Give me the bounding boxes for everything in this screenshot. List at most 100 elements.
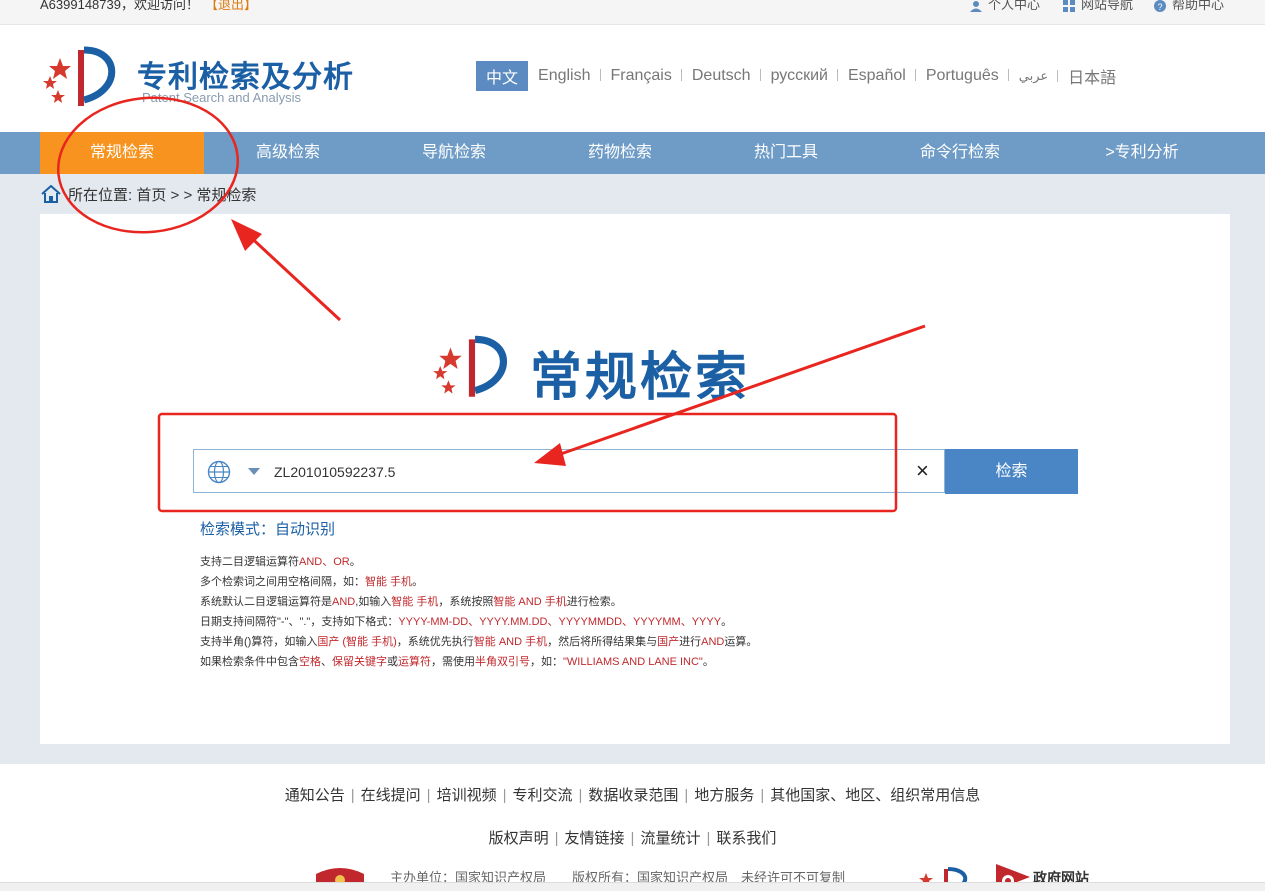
- breadcrumb-separator: > >: [170, 187, 193, 204]
- lang-german[interactable]: Deutsch: [682, 67, 761, 85]
- breadcrumb: 所在位置: 首页 > > 常规检索: [40, 184, 256, 205]
- help-text: 。: [412, 576, 424, 588]
- personal-center-link[interactable]: 个人中心: [970, 0, 1040, 13]
- personal-center-label: 个人中心: [988, 0, 1041, 12]
- search-help: 支持二目逻辑运算符AND、OR。 多个检索词之间用空格间隔，如：智能 手机。 系统默…: [200, 552, 757, 672]
- help-line: 多个检索词之间用空格间隔，如：智能 手机。: [200, 572, 757, 592]
- help-keyword: 半角双引号: [475, 656, 530, 668]
- help-keyword: 智能 AND 手机: [493, 596, 567, 608]
- home-icon[interactable]: [40, 184, 62, 203]
- search-button[interactable]: 检索: [945, 449, 1078, 494]
- search-logo-icon: [433, 335, 507, 397]
- help-text: 或: [387, 656, 398, 668]
- help-keyword: 空格: [299, 656, 321, 668]
- dropdown-caret-icon[interactable]: [248, 468, 260, 476]
- help-text: 。: [721, 616, 733, 628]
- nav-advanced-search[interactable]: 高级检索: [206, 132, 370, 174]
- help-line: 系统默认二目逻辑运算符是AND,如输入智能 手机，系统按照智能 AND 手机进行…: [200, 592, 757, 612]
- main-nav: 常规检索 高级检索 导航检索 药物检索 热门工具 命令行检索 >专利分析: [0, 132, 1265, 174]
- nav-popular-tools[interactable]: 热门工具: [704, 132, 868, 174]
- help-keyword: 智能 手机: [391, 596, 439, 608]
- lang-french[interactable]: Français: [601, 67, 683, 85]
- nav-drug-search[interactable]: 药物检索: [538, 132, 702, 174]
- help-text: ，然后将所得结果集与: [547, 636, 658, 648]
- lang-english[interactable]: English: [528, 67, 601, 85]
- nav-regular-search[interactable]: 常规检索: [40, 132, 204, 174]
- lang-chinese[interactable]: 中文: [476, 61, 529, 91]
- lang-portuguese[interactable]: Português: [916, 67, 1009, 85]
- user-icon: [970, 0, 982, 12]
- help-keyword: 国产: [657, 636, 680, 648]
- svg-text:?: ?: [1157, 2, 1162, 12]
- help-text: 进行: [679, 636, 702, 648]
- clear-icon[interactable]: ×: [916, 459, 929, 483]
- help-keyword: 智能 手机: [365, 576, 413, 588]
- breadcrumb-home[interactable]: 首页: [136, 187, 166, 204]
- help-text: 支持半角()算符，如输入: [200, 636, 318, 648]
- help-text: 、: [321, 656, 332, 668]
- search-input[interactable]: [272, 459, 836, 485]
- help-keyword: AND、OR: [299, 556, 350, 568]
- footer-separator: |: [554, 830, 559, 847]
- language-switcher: 中文 English Français Deutsch русский Espa…: [476, 61, 1126, 91]
- site-nav-link[interactable]: 网站导航: [1063, 0, 1133, 13]
- help-keyword: AND: [332, 596, 356, 608]
- logout-link[interactable]: 【退出】: [205, 0, 257, 12]
- help-keyword: AND: [701, 636, 725, 648]
- welcome-text: A6399148739，欢迎访问！ 【退出】: [40, 0, 257, 13]
- footer-link[interactable]: 专利交流: [506, 787, 578, 804]
- lang-russian[interactable]: русский: [761, 67, 839, 85]
- footer-link[interactable]: 地方服务: [688, 787, 760, 804]
- help-text: 运算。: [724, 636, 758, 648]
- help-text: 如果检索条件中包含: [200, 656, 299, 668]
- grid-icon: [1063, 0, 1075, 12]
- help-text: 。: [702, 656, 714, 668]
- footer-link[interactable]: 数据收录范围: [582, 787, 684, 804]
- help-center-label: 帮助中心: [1172, 0, 1225, 12]
- help-text: 进行检索。: [566, 596, 622, 608]
- site-subtitle: Patent Search and Analysis: [142, 90, 301, 105]
- help-text: 日期支持间隔符"-"、"."，支持如下格式：: [200, 616, 399, 628]
- site-logo-icon[interactable]: [40, 44, 124, 110]
- breadcrumb-prefix: 所在位置:: [68, 187, 133, 204]
- nav-navigation-search[interactable]: 导航检索: [372, 132, 536, 174]
- footer-link[interactable]: 其他国家、地区、组织常用信息: [764, 787, 986, 804]
- help-text: ，系统按照: [438, 596, 494, 608]
- help-text: 多个检索词之间用空格间隔，如：: [200, 576, 365, 588]
- help-keyword: YYYY-MM-DD、YYYY.MM.DD、YYYYMMDD、YYYYMM、YY…: [398, 616, 722, 628]
- footer-link[interactable]: 友情链接: [559, 830, 631, 847]
- footer-link[interactable]: 流量统计: [634, 830, 706, 847]
- help-keyword: 保留关键字: [332, 656, 387, 668]
- search-title: 常规检索: [530, 349, 751, 407]
- footer-links-primary: 通知公告 | 在线提问 | 培训视频 | 专利交流 | 数据收录范围 | 地方服务 | 其他国家、地区、…: [0, 784, 1265, 805]
- help-keyword: 运算符: [398, 656, 431, 668]
- footer-separator: |: [426, 787, 431, 804]
- lang-japanese[interactable]: 日本語: [1058, 64, 1126, 88]
- help-text: 系统默认二目逻辑运算符是: [200, 596, 332, 608]
- search-mode: 检索模式：自动识别: [200, 521, 336, 538]
- help-keyword: 国产 (智能 手机): [317, 636, 397, 648]
- help-line: 支持半角()算符，如输入国产 (智能 手机)，系统优先执行智能 AND 手机，然…: [200, 632, 757, 652]
- globe-icon[interactable]: [207, 460, 231, 484]
- nav-command-search[interactable]: 命令行检索: [870, 132, 1050, 174]
- footer-link[interactable]: 联系我们: [710, 830, 782, 847]
- footer-link[interactable]: 版权声明: [483, 830, 555, 847]
- help-line: 支持二目逻辑运算符AND、OR。: [200, 552, 757, 572]
- site-nav-label: 网站导航: [1081, 0, 1134, 12]
- help-center-link[interactable]: ? 帮助中心: [1154, 0, 1224, 13]
- help-icon: ?: [1154, 0, 1166, 12]
- nav-patent-analysis[interactable]: >专利分析: [1060, 132, 1224, 174]
- footer-links-secondary: 版权声明 | 友情链接 | 流量统计 | 联系我们: [0, 827, 1265, 848]
- help-text: ，系统优先执行: [396, 636, 474, 648]
- help-text: ，需使用: [431, 656, 475, 668]
- footer-link[interactable]: 在线提问: [355, 787, 427, 804]
- lang-arabic[interactable]: عربي: [1009, 68, 1059, 84]
- help-text: 支持二目逻辑运算符: [200, 556, 299, 568]
- help-keyword: 智能 AND 手机: [473, 636, 548, 648]
- help-text: ,如输入: [355, 596, 392, 608]
- footer-link[interactable]: 培训视频: [431, 787, 503, 804]
- help-text: ，如：: [530, 656, 563, 668]
- footer-link[interactable]: 通知公告: [279, 787, 351, 804]
- help-line: 日期支持间隔符"-"、"."，支持如下格式：YYYY-MM-DD、YYYY.MM…: [200, 612, 757, 632]
- lang-spanish[interactable]: Español: [838, 67, 916, 85]
